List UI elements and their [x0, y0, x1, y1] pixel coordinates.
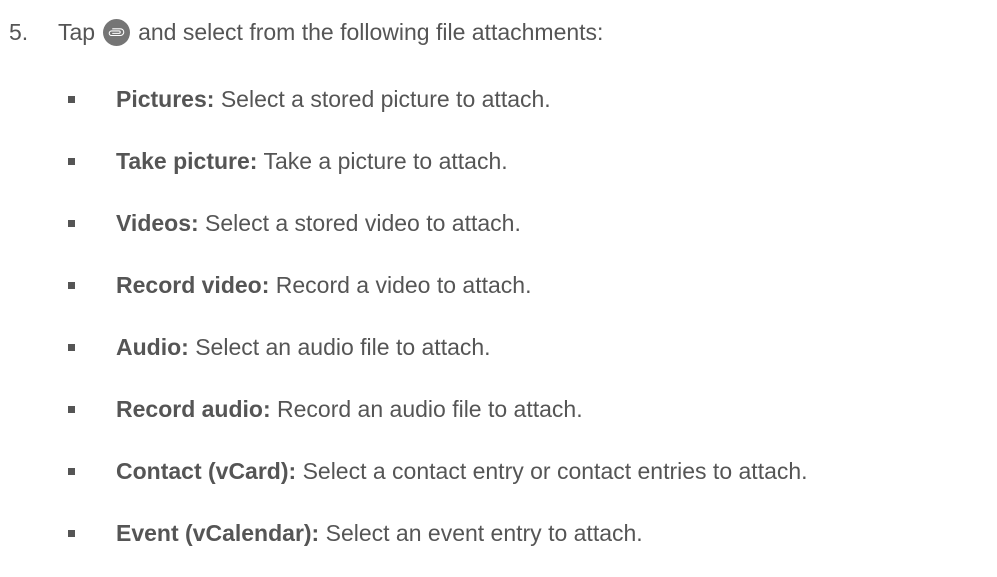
bullet-square-icon — [68, 530, 75, 537]
option-description: Select a contact entry or contact entrie… — [302, 458, 808, 484]
option-term: Contact (vCard): — [116, 458, 297, 484]
bullet-square-icon — [68, 282, 75, 289]
option-description: Select an event entry to attach. — [325, 520, 643, 546]
bullet-square-icon — [68, 96, 75, 103]
paperclip-icon — [103, 18, 131, 46]
option-term: Audio: — [116, 334, 189, 360]
option-description: Select an audio file to attach. — [195, 334, 491, 360]
option-description: Select a stored video to attach. — [205, 210, 521, 236]
list-item-text: Record audio: Record an audio file to at… — [116, 391, 583, 427]
step-number: 5. — [9, 19, 29, 45]
option-description: Take a picture to attach. — [263, 148, 508, 174]
option-term: Record video: — [116, 272, 270, 298]
list-item-text: Videos: Select a stored video to attach. — [116, 205, 521, 241]
bullet-square-icon — [68, 158, 75, 165]
list-item-text: Audio: Select an audio file to attach. — [116, 329, 491, 365]
option-description: Record an audio file to attach. — [277, 396, 583, 422]
option-term: Take picture: — [116, 148, 258, 174]
bullet-square-icon — [68, 406, 75, 413]
list-item-text: Event (vCalendar): Select an event entry… — [116, 515, 643, 551]
bullet-square-icon — [68, 220, 75, 227]
option-term: Record audio: — [116, 396, 271, 422]
bullet-square-icon — [68, 468, 75, 475]
list-item-text: Take picture: Take a picture to attach. — [116, 143, 508, 179]
step-text-after-icon: and select from the following file attac… — [138, 19, 604, 45]
option-term: Event (vCalendar): — [116, 520, 320, 546]
option-description: Select a stored picture to attach. — [220, 86, 551, 112]
instruction-step: 5. Tap and select from the following fil… — [9, 14, 603, 50]
list-item-text: Contact (vCard): Select a contact entry … — [116, 453, 808, 489]
step-text-before-icon: Tap — [58, 19, 96, 45]
bullet-square-icon — [68, 344, 75, 351]
list-item-text: Record video: Record a video to attach. — [116, 267, 531, 303]
option-term: Videos: — [116, 210, 199, 236]
option-description: Record a video to attach. — [275, 272, 532, 298]
option-term: Pictures: — [116, 86, 215, 112]
paperclip-glyph — [108, 27, 125, 36]
list-item-text: Pictures: Select a stored picture to att… — [116, 81, 551, 117]
